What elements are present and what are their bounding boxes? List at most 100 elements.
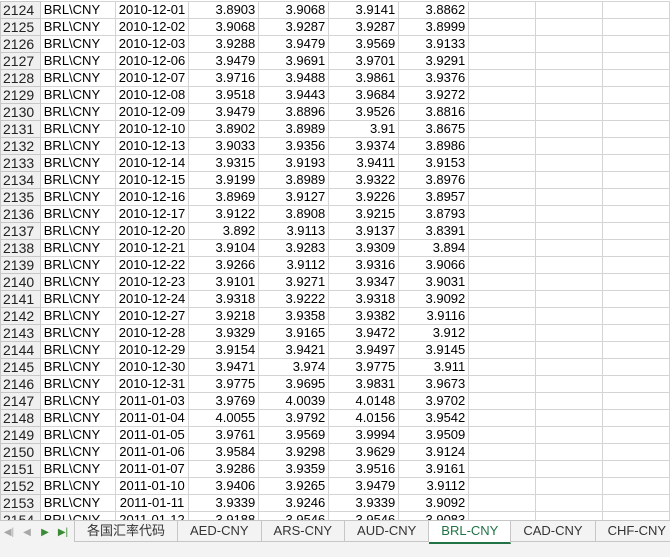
cell-value-f[interactable]: 3.9153 [398,154,470,172]
cell-value-e[interactable]: 3.9629 [328,443,400,461]
cell-value-e[interactable]: 3.9569 [328,35,400,53]
cell-value-f[interactable]: 3.8862 [398,1,470,19]
cell-value-d[interactable]: 3.9287 [258,18,330,36]
row-header[interactable]: 2126 [0,35,41,53]
cell-empty[interactable] [602,35,670,53]
cell-value-c[interactable]: 3.9315 [188,154,260,172]
cell-empty[interactable] [602,154,670,172]
cell-date[interactable]: 2010-12-31 [114,375,190,393]
cell-empty[interactable] [535,307,604,325]
cell-value-d[interactable]: 3.9222 [258,290,330,308]
cell-empty[interactable] [602,392,670,410]
cell-value-d[interactable]: 3.9271 [258,273,330,291]
row-header[interactable]: 2148 [0,409,41,427]
cell-empty[interactable] [535,35,604,53]
cell-empty[interactable] [468,358,537,376]
cell-value-c[interactable]: 3.9154 [188,341,260,359]
worksheet-grid-area[interactable]: 2124 BRL\CNY 2010-12-01 3.8903 3.9068 3.9141 3… [0,0,670,520]
cell-empty[interactable] [468,35,537,53]
cell-value-f[interactable]: 3.912 [398,324,470,342]
cell-value-f[interactable]: 3.9376 [398,69,470,87]
cell-empty[interactable] [468,494,537,512]
row-header[interactable]: 2134 [0,171,41,189]
cell-date[interactable]: 2011-01-04 [114,409,190,427]
cell-empty[interactable] [535,477,604,495]
cell-value-e[interactable]: 3.9339 [328,494,400,512]
cell-value-d[interactable]: 3.9113 [258,222,330,240]
cell-empty[interactable] [535,171,604,189]
cell-value-c[interactable]: 3.9288 [188,35,260,53]
cell-date[interactable]: 2010-12-22 [114,256,190,274]
cell-empty[interactable] [602,460,670,478]
cell-value-c[interactable]: 3.9068 [188,18,260,36]
cell-empty[interactable] [535,494,604,512]
cell-empty[interactable] [535,392,604,410]
sheet-tab[interactable]: CAD-CNY [511,521,596,542]
cell-value-f[interactable]: 3.9145 [398,341,470,359]
cell-value-f[interactable]: 3.911 [398,358,470,376]
cell-currency-pair[interactable]: BRL\CNY [39,222,116,240]
cell-empty[interactable] [468,120,537,138]
cell-value-e[interactable]: 3.9516 [328,460,400,478]
cell-empty[interactable] [535,154,604,172]
cell-value-e[interactable]: 3.9684 [328,86,400,104]
cell-empty[interactable] [535,86,604,104]
cell-empty[interactable] [468,392,537,410]
row-header[interactable]: 2131 [0,120,41,138]
cell-value-d[interactable]: 3.974 [258,358,330,376]
cell-empty[interactable] [535,409,604,427]
cell-empty[interactable] [535,103,604,121]
cell-date[interactable]: 2011-01-07 [114,460,190,478]
cell-date[interactable]: 2010-12-29 [114,341,190,359]
cell-empty[interactable] [468,273,537,291]
cell-currency-pair[interactable]: BRL\CNY [39,86,116,104]
cell-value-f[interactable]: 3.9031 [398,273,470,291]
cell-empty[interactable] [468,86,537,104]
cell-value-d[interactable]: 3.9569 [258,426,330,444]
cell-empty[interactable] [468,188,537,206]
cell-currency-pair[interactable]: BRL\CNY [39,324,116,342]
row-header[interactable]: 2135 [0,188,41,206]
cell-value-e[interactable]: 3.9215 [328,205,400,223]
cell-value-d[interactable]: 3.9298 [258,443,330,461]
cell-value-e[interactable]: 3.9322 [328,171,400,189]
cell-value-c[interactable]: 3.8969 [188,188,260,206]
cell-empty[interactable] [602,273,670,291]
cell-value-f[interactable]: 3.894 [398,239,470,257]
cell-value-c[interactable]: 3.9479 [188,103,260,121]
row-header[interactable]: 2141 [0,290,41,308]
cell-empty[interactable] [602,171,670,189]
cell-empty[interactable] [602,256,670,274]
cell-value-f[interactable]: 3.8816 [398,103,470,121]
cell-empty[interactable] [468,307,537,325]
cell-value-d[interactable]: 3.9246 [258,494,330,512]
cell-value-e[interactable]: 3.9775 [328,358,400,376]
cell-currency-pair[interactable]: BRL\CNY [39,307,116,325]
row-header[interactable]: 2150 [0,443,41,461]
row-header[interactable]: 2152 [0,477,41,495]
cell-empty[interactable] [602,307,670,325]
cell-currency-pair[interactable]: BRL\CNY [39,69,116,87]
row-header[interactable]: 2149 [0,426,41,444]
cell-value-c[interactable]: 3.9033 [188,137,260,155]
cell-value-e[interactable]: 3.9497 [328,341,400,359]
cell-date[interactable]: 2010-12-27 [114,307,190,325]
cell-empty[interactable] [602,341,670,359]
cell-value-d[interactable]: 3.9546 [258,511,330,520]
cell-value-d[interactable]: 3.9479 [258,35,330,53]
cell-date[interactable]: 2010-12-08 [114,86,190,104]
cell-date[interactable]: 2011-01-06 [114,443,190,461]
cell-date[interactable]: 2010-12-03 [114,35,190,53]
cell-empty[interactable] [468,375,537,393]
cell-value-c[interactable]: 3.9188 [188,511,260,520]
last-sheet-icon[interactable]: ▶| [56,525,70,539]
cell-value-d[interactable]: 3.9691 [258,52,330,70]
cell-empty[interactable] [468,137,537,155]
cell-empty[interactable] [602,358,670,376]
cell-empty[interactable] [602,18,670,36]
cell-value-c[interactable]: 3.9761 [188,426,260,444]
sheet-tab[interactable]: AUD-CNY [345,521,430,542]
row-header[interactable]: 2143 [0,324,41,342]
cell-currency-pair[interactable]: BRL\CNY [39,188,116,206]
row-header[interactable]: 2136 [0,205,41,223]
